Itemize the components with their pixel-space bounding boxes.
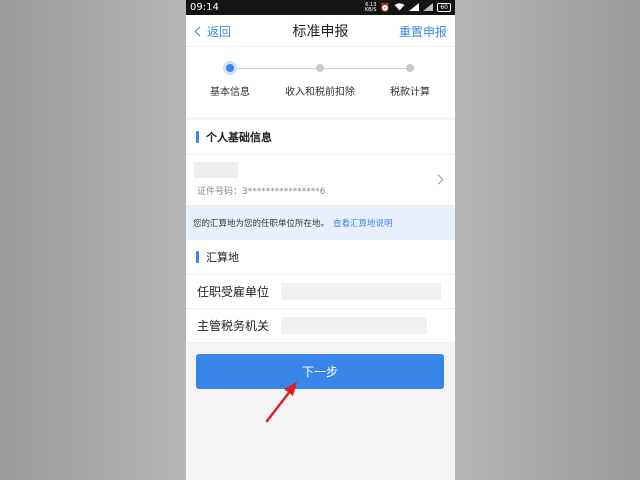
page-title: 标准申报 (292, 23, 349, 40)
alarm-icon: ⏰ (380, 3, 391, 12)
employer-label: 任职受雇单位 (197, 285, 270, 299)
step-dot (406, 64, 414, 72)
step-label-income: 收入和税前扣除 (285, 87, 355, 98)
settlement-header: 汇算地 (186, 240, 455, 275)
redacted-employer (281, 283, 441, 300)
status-time: 09:14 (190, 2, 219, 13)
settlement-explanation-link[interactable]: 查看汇算地说明 (333, 217, 393, 229)
personal-info-header: 个人基础信息 (186, 120, 455, 155)
section-accent-bar (196, 251, 199, 263)
step-dot (316, 64, 324, 72)
notice-text: 您的汇算地为您的任职单位所在地。 (193, 219, 330, 229)
step-connector (324, 68, 410, 69)
section-title: 个人基础信息 (206, 131, 272, 144)
tax-authority-row[interactable]: 主管税务机关 (186, 309, 455, 343)
red-arrow-annotation (265, 382, 297, 423)
navigation-bar: 返回 标准申报 重置申报 (186, 15, 455, 47)
step-connector (234, 68, 320, 69)
id-number: 证件号码：3****************6 (197, 187, 326, 197)
status-bar: 09:14 6.13 KB/S ⏰ 60 (186, 0, 455, 15)
signal-icon-2 (423, 2, 434, 13)
net-speed: 6.13 KB/S (364, 1, 377, 13)
signal-icon (409, 2, 420, 13)
back-label: 返回 (207, 25, 232, 39)
reset-declaration-button[interactable]: 重置申报 (399, 23, 447, 40)
step-label-basic-info: 基本信息 (210, 87, 250, 98)
status-icons: 6.13 KB/S ⏰ 60 (364, 1, 451, 13)
settlement-notice: 您的汇算地为您的任职单位所在地。 查看汇算地说明 (186, 206, 455, 240)
employer-row[interactable]: 任职受雇单位 (186, 275, 455, 309)
section-title: 汇算地 (206, 251, 239, 264)
battery-icon: 60 (437, 3, 451, 12)
section-accent-bar (196, 131, 199, 143)
wifi-icon (394, 2, 405, 13)
step-label-tax-calc: 税款计算 (390, 87, 430, 98)
chevron-left-icon (194, 26, 205, 37)
chevron-right-icon (433, 174, 444, 185)
tax-authority-label: 主管税务机关 (197, 319, 270, 333)
personal-info-row[interactable]: 证件号码：3****************6 (186, 155, 455, 206)
phone-screen: 09:14 6.13 KB/S ⏰ 60 返回 标准申报 重置申报 基本信息 收… (186, 0, 455, 480)
redacted-tax-authority (281, 317, 427, 334)
step-dot-active (226, 64, 234, 72)
next-step-button[interactable]: 下一步 (196, 354, 444, 389)
progress-stepper: 基本信息 收入和税前扣除 税款计算 (186, 47, 455, 117)
redacted-name (194, 162, 238, 178)
back-button[interactable]: 返回 (194, 23, 231, 40)
